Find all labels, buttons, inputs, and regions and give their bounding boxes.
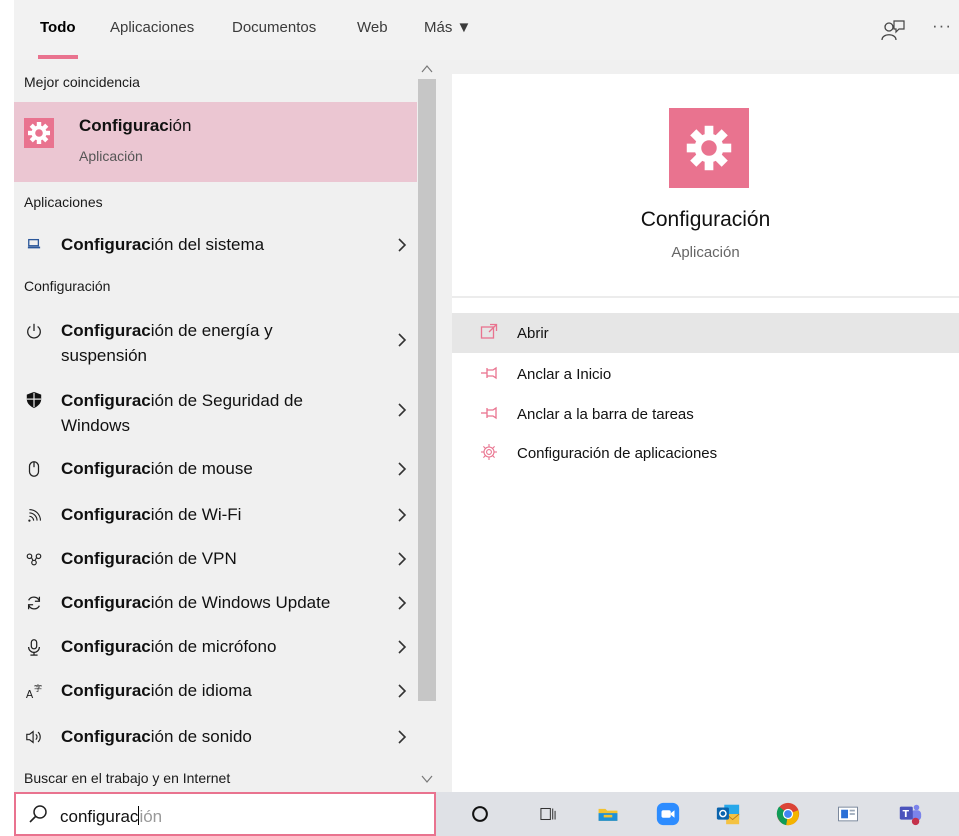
feedback-icon[interactable] (880, 18, 906, 44)
chevron-right-icon (398, 462, 407, 476)
list-item[interactable]: Configuración del sistema (14, 230, 417, 260)
list-item[interactable]: Configuración de sonido (14, 722, 417, 754)
details-title: Configuración (640, 208, 771, 231)
shield-icon (23, 389, 45, 411)
pin-icon (481, 406, 497, 420)
zoom-icon[interactable] (654, 800, 682, 828)
action-label: Anclar a la barra de tareas (517, 406, 694, 423)
vpn-icon (23, 548, 45, 570)
language-icon: A字 (23, 680, 45, 702)
best-match-item[interactable]: Configuración Aplicación (14, 102, 417, 182)
action-pin-taskbar[interactable]: Anclar a la barra de tareas (452, 394, 959, 434)
best-match-title: Configuración (79, 116, 192, 135)
list-item[interactable]: Configuración de energía y suspensión (14, 314, 417, 370)
details-subtitle: Aplicación (671, 244, 740, 261)
tab-documentos[interactable]: Documentos (232, 19, 316, 36)
list-item[interactable]: A字 Configuración de idioma (14, 676, 417, 708)
file-explorer-icon[interactable] (594, 800, 622, 828)
chevron-right-icon (398, 552, 407, 566)
refresh-icon (23, 592, 45, 614)
details-pane: Configuración Aplicación Abrir Anclar a … (452, 74, 959, 792)
tab-aplicaciones[interactable]: Aplicaciones (110, 19, 194, 36)
chevron-right-icon (398, 596, 407, 610)
chevron-right-icon (398, 640, 407, 654)
list-item-label: Configuración de sonido (61, 727, 252, 746)
power-icon (23, 320, 45, 342)
scrollbar-thumb[interactable] (418, 79, 436, 701)
scroll-down-arrow-icon[interactable] (421, 774, 433, 784)
microphone-icon (23, 636, 45, 658)
chevron-right-icon (398, 508, 407, 522)
action-label: Anclar a Inicio (517, 366, 612, 383)
search-input[interactable]: configuración (14, 792, 436, 836)
list-item[interactable]: Configuración de micrófono (14, 632, 417, 664)
task-view-icon[interactable] (534, 800, 562, 828)
chevron-right-icon (398, 403, 407, 417)
chevron-right-icon (398, 333, 407, 347)
active-tab-indicator (38, 55, 78, 59)
list-item[interactable]: Configuración de Wi-Fi (14, 500, 417, 532)
tab-todo[interactable]: Todo (40, 19, 76, 36)
action-label: Abrir (517, 325, 549, 342)
list-item[interactable]: Configuración de Windows Update (14, 588, 417, 620)
svg-text:字: 字 (34, 683, 42, 693)
list-item-label: Configuración de Windows Update (61, 593, 331, 612)
search-icon (29, 805, 47, 823)
section-apps: Aplicaciones (24, 194, 103, 210)
list-item-label: Configuración de VPN (61, 549, 237, 568)
action-pin-start[interactable]: Anclar a Inicio (452, 354, 959, 394)
list-item-label: Configuración de energía y suspensión (61, 321, 273, 365)
best-match-subtitle: Aplicación (79, 148, 143, 164)
section-web-search: Buscar en el trabajo y en Internet (24, 770, 231, 786)
tab-bar: Todo Aplicaciones Documentos Web Más ▼ ·… (14, 0, 959, 60)
pin-icon (481, 366, 497, 380)
gear-icon (24, 118, 54, 148)
teams-icon[interactable]: T (896, 800, 924, 828)
list-item[interactable]: Configuración de VPN (14, 544, 417, 576)
list-item-label: Configuración de mouse (61, 459, 253, 478)
cortana-icon[interactable] (466, 800, 494, 828)
chrome-icon[interactable] (774, 800, 802, 828)
scroll-up-arrow-icon[interactable] (421, 64, 433, 74)
search-window: Todo Aplicaciones Documentos Web Más ▼ ·… (14, 0, 959, 836)
mouse-icon (23, 458, 45, 480)
list-item[interactable]: Configuración de Seguridad de Windows (14, 384, 417, 440)
action-open[interactable]: Abrir (452, 313, 959, 353)
list-item-label: Configuración de Seguridad de Windows (61, 391, 303, 435)
section-settings: Configuración (24, 278, 111, 294)
more-options-icon[interactable]: ··· (932, 16, 952, 36)
list-item-label: Configuración del sistema (61, 235, 265, 254)
tab-web[interactable]: Web (357, 19, 388, 36)
outlook-icon[interactable] (714, 800, 742, 828)
chevron-right-icon (398, 238, 407, 252)
taskbar: T (436, 792, 959, 836)
list-item[interactable]: Configuración de mouse (14, 454, 417, 486)
list-item-label: Configuración de micrófono (61, 637, 277, 656)
action-app-settings[interactable]: Configuración de aplicaciones (452, 433, 959, 473)
svg-text:T: T (903, 809, 910, 820)
list-item-label: Configuración de idioma (61, 681, 252, 700)
app-icon[interactable] (834, 800, 862, 828)
gear-icon (669, 108, 749, 188)
tab-mas[interactable]: Más ▼ (424, 19, 471, 36)
section-best-match: Mejor coincidencia (24, 74, 140, 90)
wifi-icon (23, 504, 45, 526)
chevron-right-icon (398, 730, 407, 744)
gear-outline-icon (481, 444, 497, 460)
speaker-icon (23, 726, 45, 748)
action-label: Configuración de aplicaciones (517, 445, 718, 462)
search-autocomplete: ión (139, 807, 163, 826)
divider (452, 296, 959, 298)
svg-text:A: A (26, 688, 34, 700)
chevron-right-icon (398, 684, 407, 698)
list-item-label: Configuración de Wi-Fi (61, 505, 242, 524)
laptop-icon (23, 233, 45, 255)
open-icon (480, 323, 498, 339)
search-text: configuración (60, 806, 163, 826)
results-pane: Mejor coincidencia Configuración Aplicac… (14, 60, 436, 792)
